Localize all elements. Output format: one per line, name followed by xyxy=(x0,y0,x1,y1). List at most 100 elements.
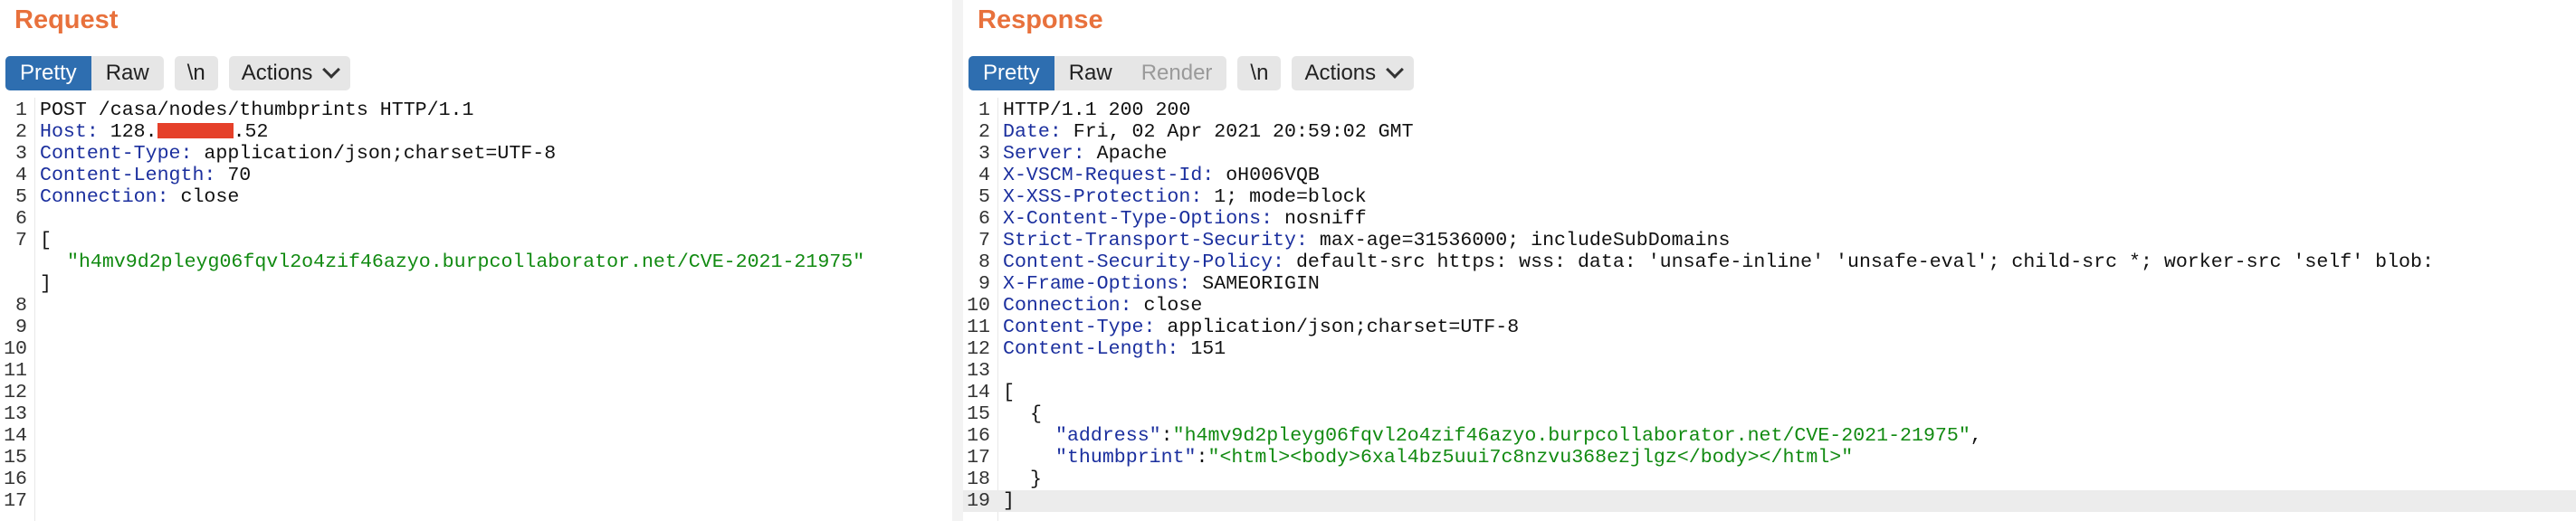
response-line: "address":"h4mv9d2pleyg06fqvl2o4zif46azy… xyxy=(1055,425,1982,447)
line-number: 6 xyxy=(15,208,27,230)
line-number: 4 xyxy=(15,165,27,186)
response-title: Response xyxy=(978,5,1103,34)
redaction-box xyxy=(157,123,234,138)
line-number: 1 xyxy=(15,99,27,121)
line-number: 12 xyxy=(967,338,990,360)
json-key: "thumbprint" xyxy=(1055,447,1197,469)
response-line: Content-Type: application/json;charset=U… xyxy=(1003,317,1519,338)
header-value: application/json;charset=UTF-8 xyxy=(192,143,557,165)
response-line: Strict-Transport-Security: max-age=31536… xyxy=(1003,230,1730,251)
header-key: X-VSCM-Request-Id: xyxy=(1003,165,1215,186)
response-line: { xyxy=(1030,403,1042,425)
line-number: 7 xyxy=(978,230,990,251)
line-number: 11 xyxy=(967,317,990,338)
header-value: SAMEORIGIN xyxy=(1190,273,1320,295)
response-actions-label: Actions xyxy=(1304,61,1377,85)
header-value: 151 xyxy=(1178,338,1226,360)
header-key: Strict-Transport-Security: xyxy=(1003,230,1308,251)
header-key: Server: xyxy=(1003,143,1085,165)
response-tab-raw[interactable]: Raw xyxy=(1054,56,1127,90)
header-key: Content-Security-Policy: xyxy=(1003,251,1285,273)
response-editor[interactable]: 1 HTTP/1.1 200 200 2 Date: Fri, 02 Apr 202… xyxy=(963,98,2576,521)
response-line: [ xyxy=(1003,382,1015,403)
header-key: Date: xyxy=(1003,121,1062,143)
request-line: Connection: close xyxy=(40,186,239,208)
line-number: 14 xyxy=(4,425,27,447)
response-line: Server: Apache xyxy=(1003,143,1167,165)
response-newline-toggle[interactable]: \n xyxy=(1237,56,1282,90)
response-tab-render[interactable]: Render xyxy=(1127,56,1227,90)
response-line: Connection: close xyxy=(1003,295,1202,317)
response-line: X-Content-Type-Options: nosniff xyxy=(1003,208,1367,230)
header-value: 70 xyxy=(215,165,252,186)
line-number: 4 xyxy=(978,165,990,186)
json-comma: , xyxy=(1970,425,1982,447)
response-line: } xyxy=(1030,469,1042,490)
request-line: ] xyxy=(40,273,52,295)
json-string: "h4mv9d2pleyg06fqvl2o4zif46azyo.burpcoll… xyxy=(1172,425,1970,447)
header-value: Apache xyxy=(1084,143,1168,165)
response-view-tabs: Pretty Raw Render xyxy=(968,56,1227,90)
request-editor[interactable]: 1 POST /casa/nodes/thumbprints HTTP/1.1 2… xyxy=(0,98,952,521)
response-line: HTTP/1.1 200 200 xyxy=(1003,99,1191,121)
request-line: [ xyxy=(40,230,52,251)
line-number: 9 xyxy=(978,273,990,295)
line-number: 1 xyxy=(978,99,990,121)
line-number: 16 xyxy=(4,469,27,490)
header-value: max-age=31536000; includeSubDomains xyxy=(1307,230,1731,251)
line-number: 13 xyxy=(967,360,990,382)
header-value: close xyxy=(168,186,240,208)
line-number: 15 xyxy=(967,403,990,425)
line-number: 5 xyxy=(978,186,990,208)
line-number: 10 xyxy=(967,295,990,317)
header-value: oH006VQB xyxy=(1214,165,1320,186)
line-number: 15 xyxy=(4,447,27,469)
header-key: Content-Type: xyxy=(40,143,193,165)
header-key: Host: xyxy=(40,121,99,143)
request-panel: Request Pretty Raw \n Actions 1 POST /cas… xyxy=(0,0,952,521)
response-line: Content-Length: 151 xyxy=(1003,338,1226,360)
panel-divider[interactable] xyxy=(952,0,963,521)
json-colon: : xyxy=(1196,447,1208,469)
request-line: Content-Type: application/json;charset=U… xyxy=(40,143,556,165)
line-number: 14 xyxy=(967,382,990,403)
current-line-highlight: 19] xyxy=(963,490,2576,512)
header-value: nosniff xyxy=(1273,208,1367,230)
response-line: Date: Fri, 02 Apr 2021 20:59:02 GMT xyxy=(1003,121,1414,143)
line-number: 2 xyxy=(15,121,27,143)
line-number: 18 xyxy=(967,469,990,490)
request-line: POST /casa/nodes/thumbprints HTTP/1.1 xyxy=(40,99,474,121)
header-key: Connection: xyxy=(40,186,169,208)
request-tab-raw[interactable]: Raw xyxy=(91,56,164,90)
line-number: 7 xyxy=(15,230,27,251)
json-string: "<html><body>6xal4bz5uui7c8nzvu368ezjlgz… xyxy=(1207,447,1854,469)
request-body-string: "h4mv9d2pleyg06fqvl2o4zif46azyo.burpcoll… xyxy=(67,251,864,273)
response-line: "thumbprint":"<html><body>6xal4bz5uui7c8… xyxy=(1055,447,1853,469)
line-number: 17 xyxy=(967,447,990,469)
header-key: Content-Length: xyxy=(1003,338,1179,360)
chevron-down-icon xyxy=(322,61,341,79)
response-tab-pretty[interactable]: Pretty xyxy=(968,56,1054,90)
request-actions-button[interactable]: Actions xyxy=(228,56,351,90)
line-number: 2 xyxy=(978,121,990,143)
line-number: 3 xyxy=(978,143,990,165)
request-view-tabs: Pretty Raw xyxy=(5,56,164,90)
line-number: 10 xyxy=(4,338,27,360)
request-newline-toggle[interactable]: \n xyxy=(174,56,218,90)
header-key: X-Content-Type-Options: xyxy=(1003,208,1274,230)
line-number: 11 xyxy=(4,360,27,382)
request-tab-pretty[interactable]: Pretty xyxy=(5,56,91,90)
header-value: close xyxy=(1131,295,1203,317)
line-number: 17 xyxy=(4,490,27,512)
response-line: ] xyxy=(1003,490,1015,512)
json-key: "address" xyxy=(1055,425,1161,447)
response-line: X-VSCM-Request-Id: oH006VQB xyxy=(1003,165,1320,186)
json-string: "h4mv9d2pleyg06fqvl2o4zif46azyo.burpcoll… xyxy=(67,251,865,273)
request-title: Request xyxy=(14,5,119,34)
request-line: Host: 128. .52 xyxy=(40,121,268,143)
chevron-down-icon xyxy=(1386,61,1405,79)
response-actions-button[interactable]: Actions xyxy=(1292,56,1415,90)
header-value: .52 xyxy=(233,121,269,143)
header-value: Fri, 02 Apr 2021 20:59:02 GMT xyxy=(1061,121,1414,143)
request-toolbar: Pretty Raw \n Actions xyxy=(5,55,351,91)
